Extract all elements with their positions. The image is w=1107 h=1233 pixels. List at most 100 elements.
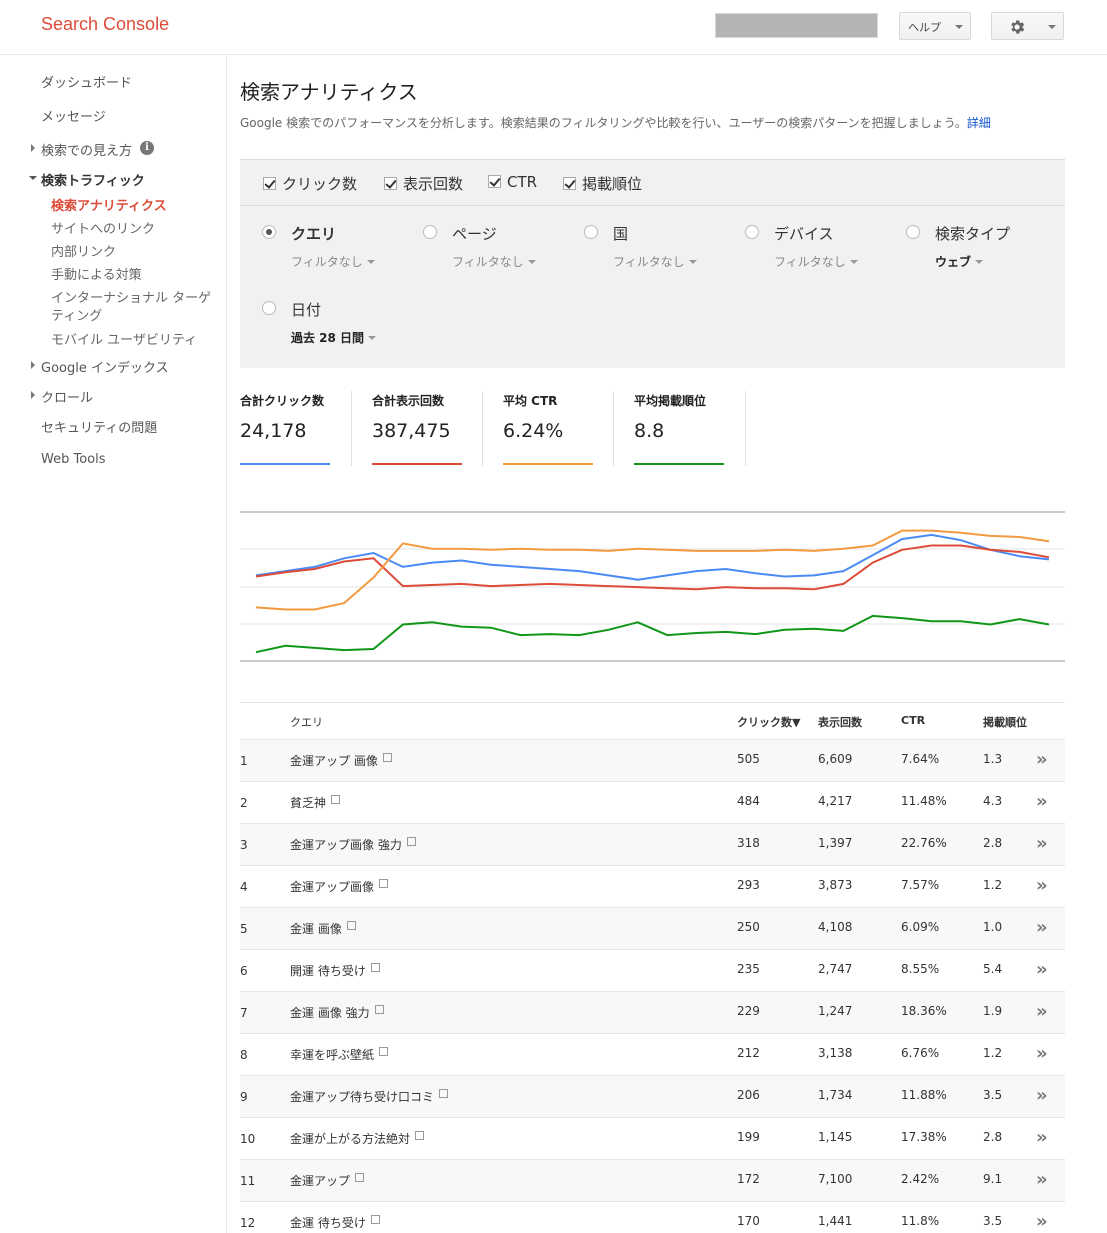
expand-arrow-icon[interactable]	[31, 391, 35, 399]
query-text[interactable]: 金運アップ	[290, 1174, 350, 1188]
dimension-filter-dropdown[interactable]: フィルタなし	[452, 253, 536, 270]
query-link[interactable]: 金運アップ 画像	[290, 752, 392, 769]
search-console-logo[interactable]: Search Console	[41, 14, 169, 35]
external-link-icon[interactable]	[406, 837, 416, 846]
query-link[interactable]: 金運 待ち受け	[290, 1214, 380, 1231]
query-link[interactable]: 金運アップ	[290, 1172, 365, 1189]
impressions-checkbox[interactable]: 表示回数	[384, 173, 463, 194]
external-link-icon[interactable]	[382, 753, 392, 762]
query-text[interactable]: 金運 待ち受け	[290, 1216, 366, 1230]
column-header-clicks[interactable]: クリック数▼	[737, 714, 800, 730]
query-link[interactable]: 金運アップ画像	[290, 878, 389, 895]
table-row[interactable]: 11 金運アップ 172 7,100 2.42% 9.1 »	[240, 1160, 1065, 1202]
radio-icon[interactable]	[745, 225, 759, 239]
column-header-ctr[interactable]: CTR	[901, 714, 925, 727]
table-row[interactable]: 3 金運アップ画像 強力 318 1,397 22.76% 2.8 »	[240, 824, 1065, 866]
external-link-icon[interactable]	[331, 795, 341, 804]
dimension-filter-dropdown[interactable]: フィルタなし	[291, 253, 375, 270]
double-chevron-right-icon[interactable]: »	[1036, 1085, 1048, 1106]
query-text[interactable]: 金運アップ待ち受け口コミ	[290, 1090, 434, 1104]
query-link[interactable]: 金運アップ画像 強力	[290, 836, 416, 853]
query-text[interactable]: 開運 待ち受け	[290, 964, 366, 978]
sidebar-item-search-traffic[interactable]: 検索トラフィック	[41, 170, 145, 189]
sidebar-item-google-index[interactable]: Google インデックス	[41, 357, 169, 376]
double-chevron-right-icon[interactable]: »	[1036, 791, 1048, 812]
series-line-2[interactable]	[255, 529, 1050, 611]
double-chevron-right-icon[interactable]: »	[1036, 1127, 1048, 1148]
sidebar-item-internal-links[interactable]: 内部リンク	[51, 241, 116, 260]
query-link[interactable]: 開運 待ち受け	[290, 962, 380, 979]
external-link-icon[interactable]	[370, 963, 380, 972]
sidebar-item-dashboard[interactable]: ダッシュボード	[41, 72, 132, 91]
radio-selected-icon[interactable]	[262, 225, 276, 239]
table-row[interactable]: 1 金運アップ 画像 505 6,609 7.64% 1.3 »	[240, 740, 1065, 782]
sidebar-item-international-targeting[interactable]: インターナショナル ターゲ	[51, 287, 211, 306]
settings-button[interactable]	[991, 12, 1064, 40]
external-link-icon[interactable]	[346, 921, 356, 930]
column-header-query[interactable]: クエリ	[290, 714, 323, 730]
external-link-icon[interactable]	[415, 1131, 425, 1140]
info-icon[interactable]: i	[140, 141, 154, 155]
double-chevron-right-icon[interactable]: »	[1036, 1169, 1048, 1190]
sidebar-item-search-appearance[interactable]: 検索での見え方	[41, 140, 132, 159]
double-chevron-right-icon[interactable]: »	[1036, 749, 1048, 770]
sidebar-item-messages[interactable]: メッセージ	[41, 106, 106, 125]
table-row[interactable]: 2 貧乏神 484 4,217 11.48% 4.3 »	[240, 782, 1065, 824]
dimension-filter-dropdown[interactable]: フィルタなし	[774, 253, 858, 270]
dimension-filter-dropdown[interactable]: ウェブ	[935, 253, 984, 270]
series-line-1[interactable]	[255, 544, 1050, 591]
query-text[interactable]: 貧乏神	[290, 796, 326, 810]
collapse-arrow-icon[interactable]	[29, 176, 37, 180]
query-text[interactable]: 金運 画像	[290, 922, 342, 936]
query-text[interactable]: 幸運を呼ぶ壁紙	[290, 1048, 374, 1062]
query-text[interactable]: 金運アップ画像 強力	[290, 838, 402, 852]
external-link-icon[interactable]	[374, 1005, 384, 1014]
sidebar-item-security-issues[interactable]: セキュリティの問題	[41, 417, 157, 436]
sidebar-item-search-analytics[interactable]: 検索アナリティクス	[51, 195, 167, 214]
sidebar-item-crawl[interactable]: クロール	[41, 387, 93, 406]
query-link[interactable]: 金運が上がる方法絶対	[290, 1130, 425, 1147]
series-line-0[interactable]	[255, 533, 1050, 581]
external-link-icon[interactable]	[355, 1173, 365, 1182]
performance-chart[interactable]	[240, 505, 1065, 665]
external-link-icon[interactable]	[439, 1089, 449, 1098]
details-link[interactable]: 詳細	[967, 116, 991, 130]
double-chevron-right-icon[interactable]: »	[1036, 1211, 1048, 1232]
column-header-position[interactable]: 掲載順位	[983, 714, 1027, 730]
account-selector[interactable]	[715, 13, 878, 38]
query-link[interactable]: 幸運を呼ぶ壁紙	[290, 1046, 389, 1063]
query-text[interactable]: 金運アップ画像	[290, 880, 374, 894]
query-text[interactable]: 金運 画像 強力	[290, 1006, 370, 1020]
query-text[interactable]: 金運アップ 画像	[290, 754, 378, 768]
query-text[interactable]: 金運が上がる方法絶対	[290, 1132, 410, 1146]
table-row[interactable]: 9 金運アップ待ち受け口コミ 206 1,734 11.88% 3.5 »	[240, 1076, 1065, 1118]
double-chevron-right-icon[interactable]: »	[1036, 917, 1048, 938]
table-row[interactable]: 8 幸運を呼ぶ壁紙 212 3,138 6.76% 1.2 »	[240, 1034, 1065, 1076]
radio-icon[interactable]	[584, 225, 598, 239]
help-button[interactable]: ヘルプ	[899, 12, 971, 40]
expand-arrow-icon[interactable]	[31, 144, 35, 152]
radio-icon[interactable]	[906, 225, 920, 239]
double-chevron-right-icon[interactable]: »	[1036, 1001, 1048, 1022]
dimension-filter-dropdown[interactable]: フィルタなし	[613, 253, 697, 270]
sidebar-item-international-targeting-cont[interactable]: ティング	[51, 305, 102, 324]
ctr-checkbox[interactable]: CTR	[488, 173, 537, 191]
double-chevron-right-icon[interactable]: »	[1036, 833, 1048, 854]
table-row[interactable]: 5 金運 画像 250 4,108 6.09% 1.0 »	[240, 908, 1065, 950]
table-row[interactable]: 7 金運 画像 強力 229 1,247 18.36% 1.9 »	[240, 992, 1065, 1034]
dimension-filter-dropdown[interactable]: 過去 28 日間	[291, 329, 377, 346]
sidebar-item-manual-actions[interactable]: 手動による対策	[51, 264, 142, 283]
sidebar-item-links-to-site[interactable]: サイトへのリンク	[51, 218, 155, 237]
query-link[interactable]: 金運アップ待ち受け口コミ	[290, 1088, 449, 1105]
column-header-impressions[interactable]: 表示回数	[818, 714, 862, 730]
expand-arrow-icon[interactable]	[31, 361, 35, 369]
radio-icon[interactable]	[262, 301, 276, 315]
double-chevron-right-icon[interactable]: »	[1036, 959, 1048, 980]
sidebar-item-web-tools[interactable]: Web Tools	[41, 452, 106, 467]
double-chevron-right-icon[interactable]: »	[1036, 875, 1048, 896]
sidebar-item-mobile-usability[interactable]: モバイル ユーザビリティ	[51, 329, 197, 348]
double-chevron-right-icon[interactable]: »	[1036, 1043, 1048, 1064]
query-link[interactable]: 金運 画像	[290, 920, 356, 937]
table-row[interactable]: 6 開運 待ち受け 235 2,747 8.55% 5.4 »	[240, 950, 1065, 992]
radio-icon[interactable]	[423, 225, 437, 239]
